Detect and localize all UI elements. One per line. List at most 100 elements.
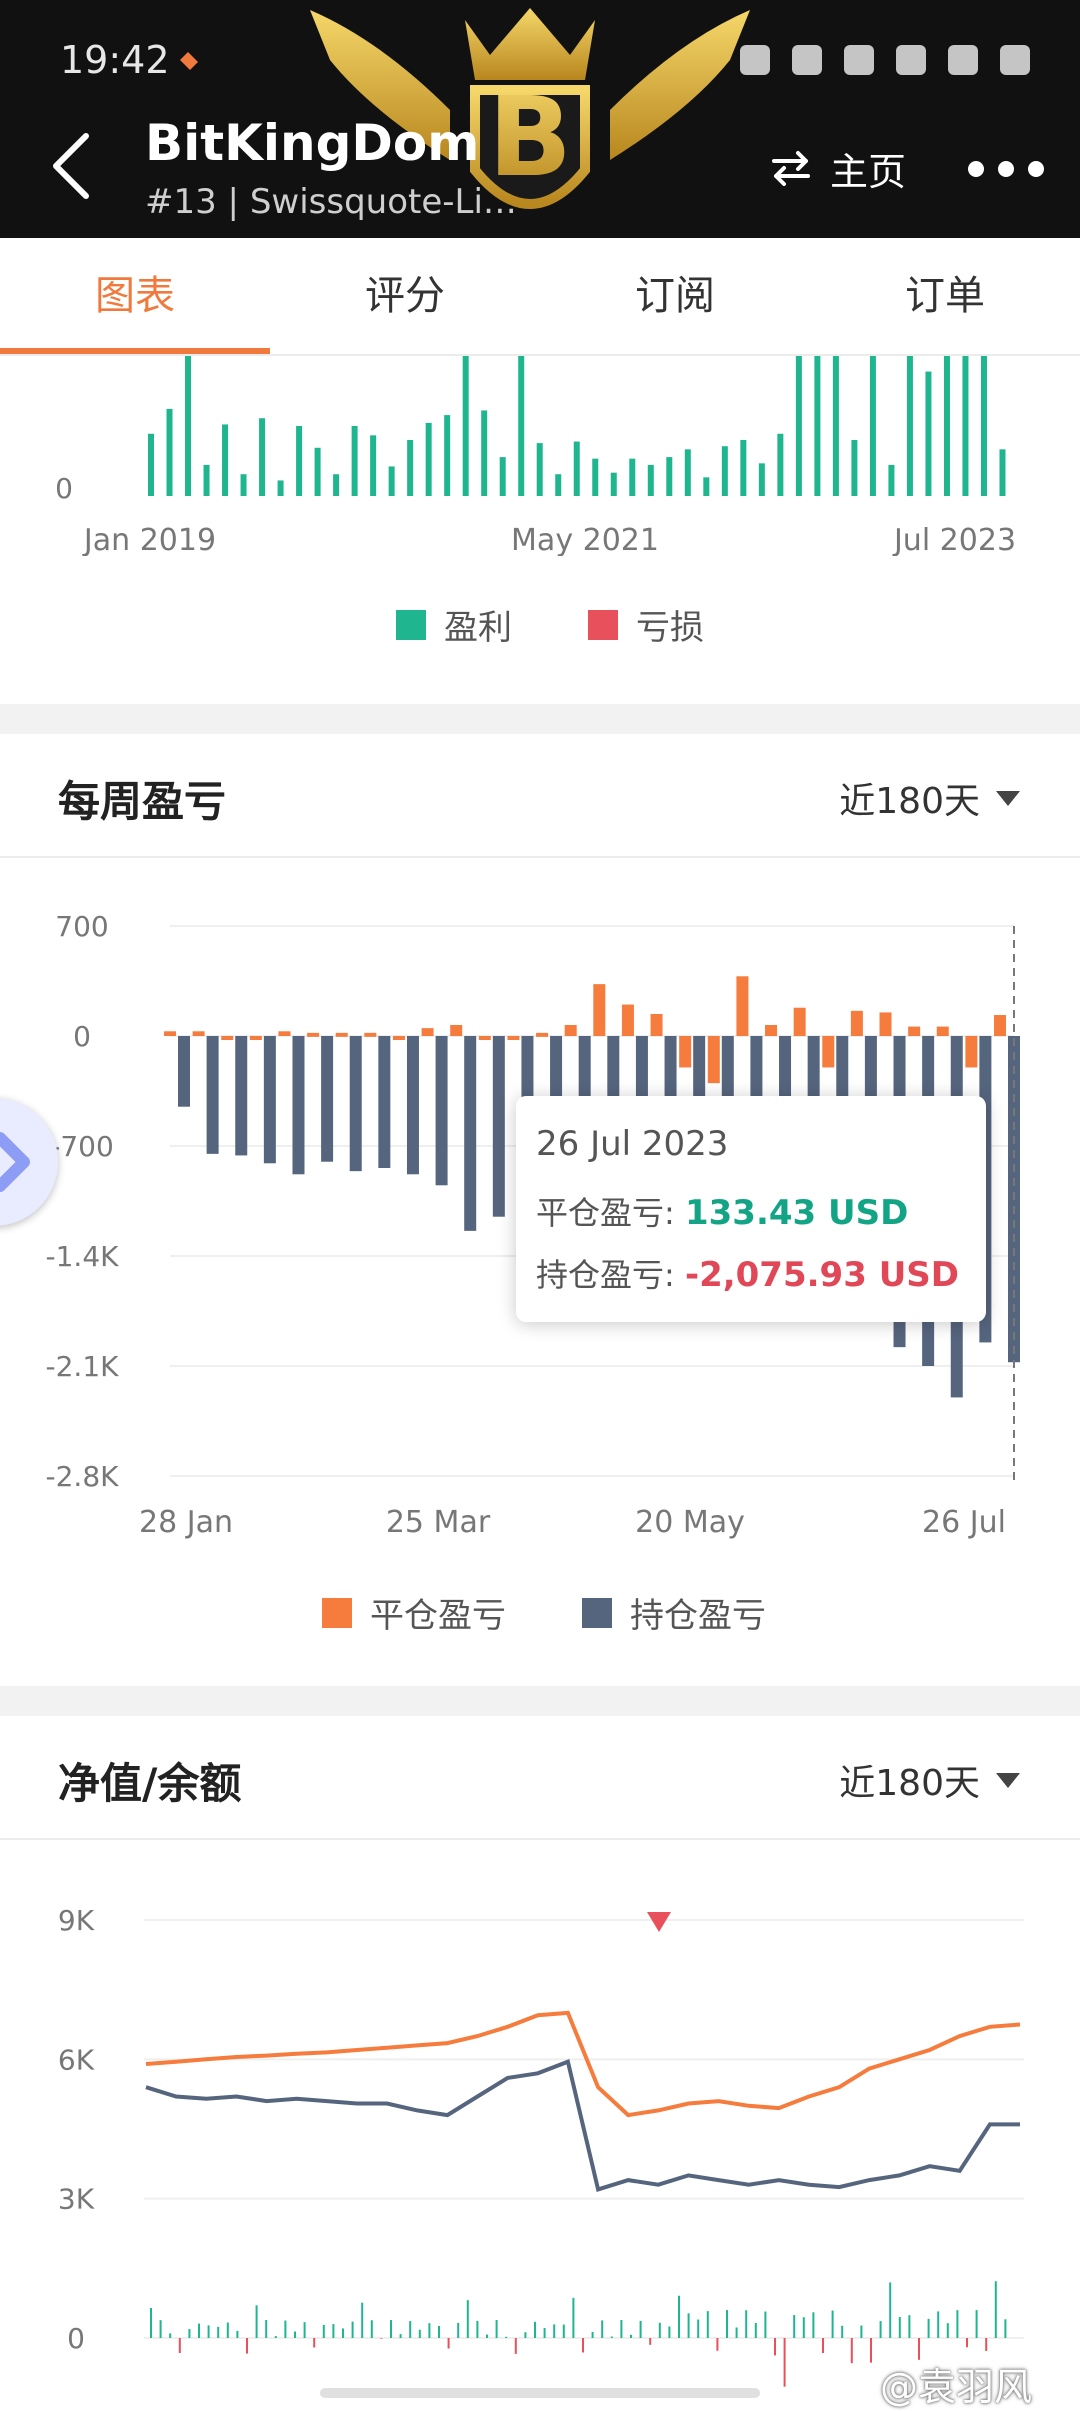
- pl-spike: [447, 2338, 450, 2349]
- y-tick-label: 6K: [58, 2043, 95, 2076]
- profit-bar: [647, 464, 654, 496]
- x-tick-label: Jul 2023: [892, 523, 1016, 556]
- floating-pl-bar: [178, 1036, 190, 1107]
- sim-icon: [844, 45, 874, 75]
- profit-bar: [518, 356, 525, 496]
- profit-bar: [610, 472, 617, 496]
- profit-bar: [888, 464, 895, 496]
- pl-spike: [255, 2305, 258, 2338]
- profit-bar: [703, 477, 710, 496]
- pl-spike: [217, 2326, 220, 2338]
- floating-assistant-handle[interactable]: [0, 1098, 58, 1226]
- profit-bar: [666, 457, 673, 496]
- pl-spike: [850, 2338, 853, 2364]
- pl-spike: [466, 2300, 469, 2338]
- profit-bar: [370, 435, 377, 496]
- profit-bar: [259, 418, 266, 496]
- equity-period-select[interactable]: 近180天: [839, 1754, 1020, 1806]
- chevron-down-icon: [996, 790, 1020, 806]
- closed-pl-bar: [221, 1036, 234, 1040]
- pl-spike: [658, 2322, 661, 2338]
- pl-spike: [274, 2336, 277, 2338]
- section-title: 净值/余额: [58, 1759, 242, 1808]
- weekly-legend: 平仓盈亏 持仓盈亏: [322, 1588, 766, 1637]
- pl-spike: [649, 2338, 652, 2345]
- more-options-icon[interactable]: [968, 152, 1044, 186]
- pl-spike: [860, 2325, 863, 2338]
- tooltip-closed-value: 133.43 USD: [684, 1193, 909, 1233]
- pl-spike: [294, 2331, 296, 2338]
- tab-orders[interactable]: 订单: [810, 238, 1080, 354]
- pl-spike: [438, 2325, 440, 2338]
- profit-bar: [296, 426, 303, 496]
- closed-pl-bar: [822, 1036, 835, 1068]
- pl-spike: [889, 2282, 892, 2338]
- tab-subscribe[interactable]: 订阅: [540, 238, 810, 354]
- profit-bar: [573, 441, 580, 496]
- pl-spike: [150, 2308, 152, 2338]
- floating-pl-bar: [349, 1036, 362, 1172]
- closed-pl-bar: [707, 1036, 720, 1084]
- x-tick-label: 28 Jan: [139, 1505, 233, 1540]
- pl-spike: [802, 2317, 805, 2338]
- pl-spike: [159, 2320, 162, 2338]
- closed-pl-bar: [679, 1036, 692, 1068]
- pl-spike: [361, 2302, 364, 2338]
- profit-bar: [277, 480, 284, 496]
- pl-spike: [572, 2297, 575, 2338]
- closed-pl-bar: [164, 1031, 176, 1036]
- pl-spike: [428, 2323, 431, 2338]
- y-tick-label: -700: [50, 1130, 114, 1163]
- y-tick-label: 0: [55, 472, 73, 505]
- pl-spike: [946, 2323, 949, 2338]
- pl-spike: [870, 2338, 872, 2363]
- pl-spike: [956, 2310, 959, 2338]
- back-arrow-icon[interactable]: [46, 128, 98, 204]
- closed-pl-bar: [793, 1007, 806, 1036]
- profit-bar: [536, 443, 543, 496]
- alarm-icon: [740, 45, 770, 75]
- home-button[interactable]: 主页: [770, 140, 906, 196]
- profit-bar: [314, 447, 321, 496]
- pl-spike: [601, 2320, 604, 2338]
- profit-bar: [832, 356, 839, 496]
- pl-spike: [207, 2325, 210, 2338]
- profit-bar: [407, 440, 414, 496]
- y-tick-label: -2.1K: [46, 1350, 120, 1383]
- pl-spike: [476, 2320, 479, 2338]
- tab-chart[interactable]: 图表: [0, 238, 270, 354]
- y-tick-label: -2.8K: [46, 1460, 120, 1493]
- tooltip-closed-label: 平仓盈亏:: [536, 1194, 675, 1232]
- profit-bar: [462, 356, 469, 496]
- floating-pl-bar: [492, 1036, 505, 1217]
- pl-spike: [332, 2324, 335, 2338]
- home-label: 主页: [830, 149, 907, 194]
- pl-spike: [966, 2338, 968, 2348]
- x-tick-label: 25 Mar: [386, 1505, 491, 1540]
- tooltip-date: 26 Jul 2023: [536, 1124, 729, 1164]
- pl-spike: [486, 2334, 488, 2338]
- section-title: 每周盈亏: [58, 777, 227, 826]
- profit-bar: [592, 458, 599, 496]
- status-bar: 19:42: [0, 34, 1080, 84]
- weekly-period-select[interactable]: 近180天: [839, 772, 1020, 824]
- profit-bar: [388, 466, 395, 496]
- tab-rating[interactable]: 评分: [270, 238, 540, 354]
- closed-pl-bar: [850, 1010, 863, 1036]
- closed-pl-bar: [536, 1032, 549, 1037]
- closed-pl-bar: [765, 1025, 778, 1036]
- watermark-text: @袁羽风: [880, 2365, 1033, 2409]
- profit-bar: [203, 464, 210, 496]
- pl-spike: [370, 2320, 373, 2338]
- y-tick-label: 700: [55, 910, 108, 943]
- profit-bar: [481, 410, 488, 496]
- closed-pl-bar: [249, 1036, 262, 1040]
- tooltip-floating-row: 持仓盈亏: -2,075.93 USD: [536, 1250, 959, 1296]
- y-tick-label: 3K: [58, 2183, 95, 2216]
- legend-swatch-loss: [588, 609, 618, 640]
- floating-pl-bar: [292, 1036, 305, 1175]
- pl-spike: [265, 2320, 268, 2338]
- profit-bar: [980, 356, 987, 496]
- profit-bar: [795, 356, 802, 496]
- floating-pl-bar: [406, 1036, 419, 1175]
